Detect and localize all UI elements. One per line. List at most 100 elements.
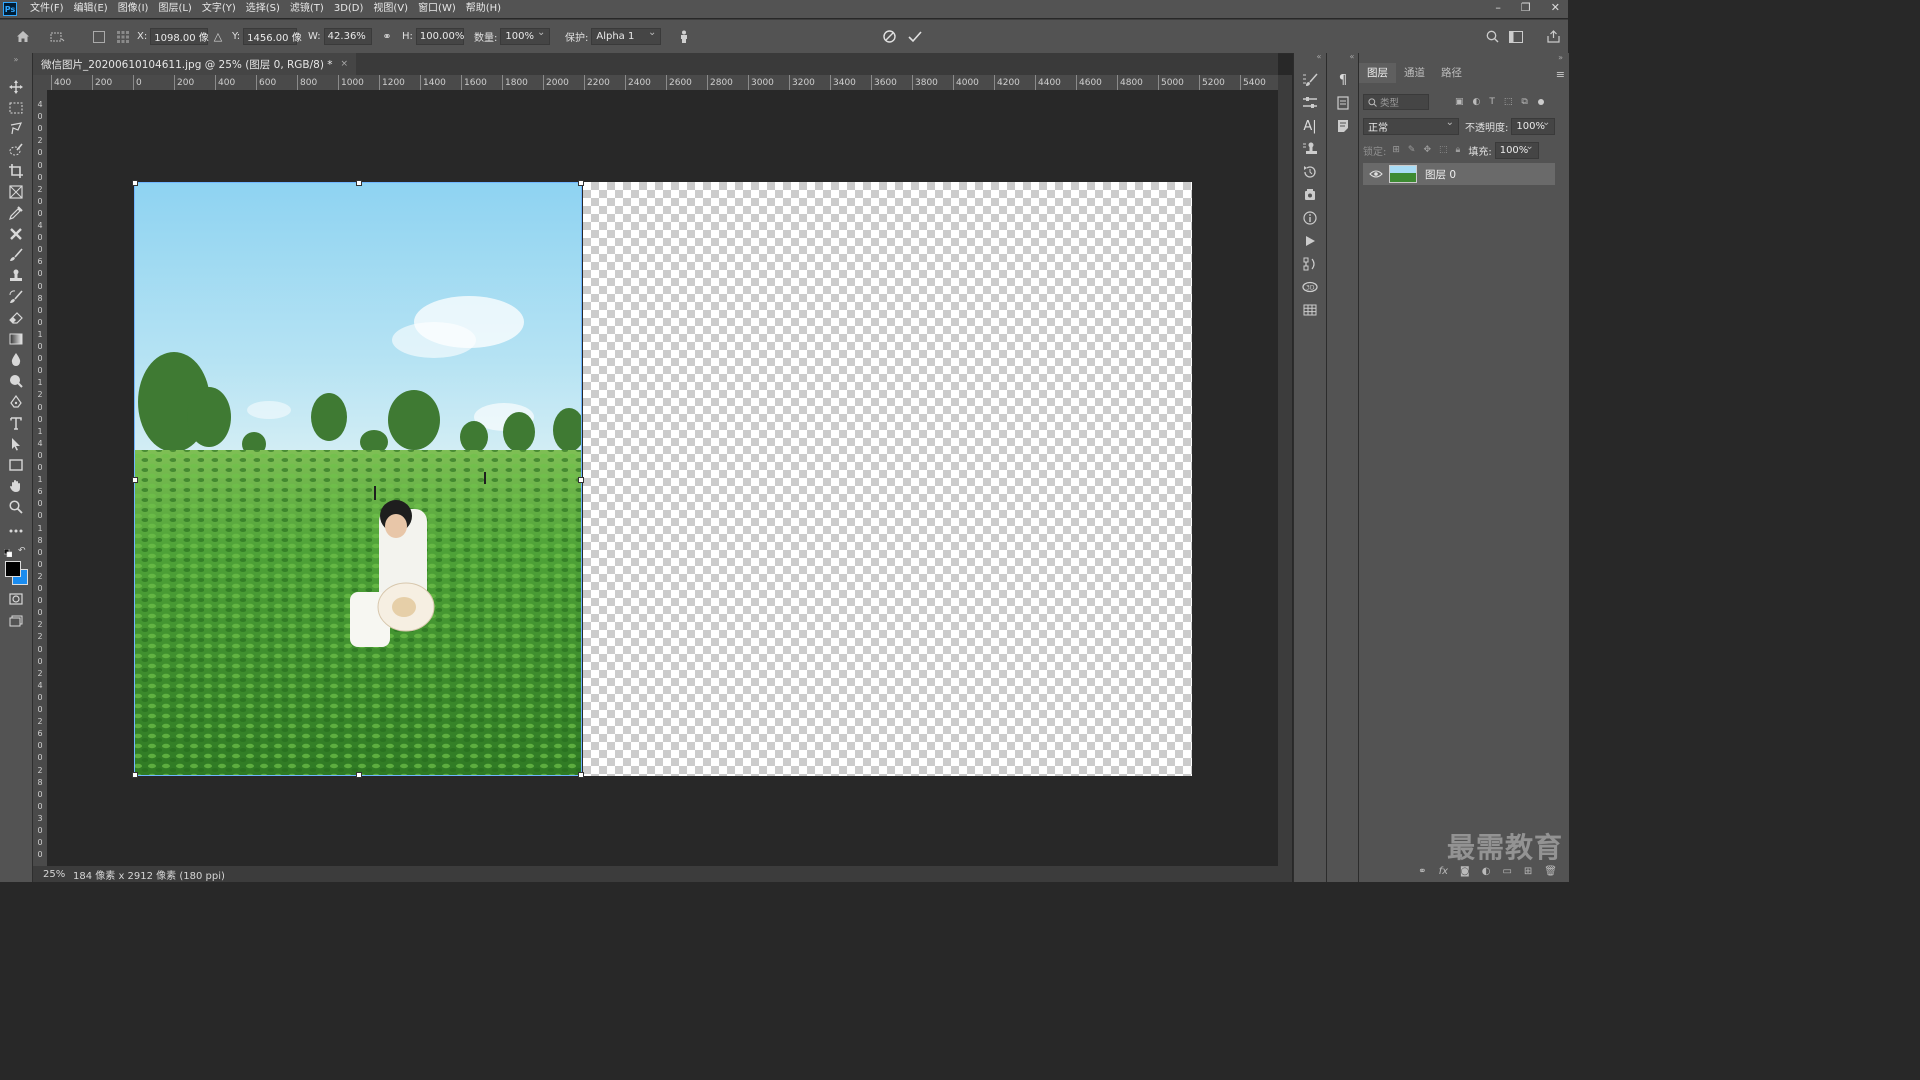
paragraph-icon[interactable]: ¶ bbox=[1334, 71, 1352, 89]
move-tool-icon[interactable] bbox=[5, 77, 27, 97]
healing-brush-tool-icon[interactable] bbox=[5, 224, 27, 244]
lock-all-icon[interactable]: 🔒︎ bbox=[1456, 145, 1461, 155]
blend-mode-select[interactable]: 正常 bbox=[1363, 117, 1459, 135]
3d-panel-icon[interactable]: 3D bbox=[1301, 278, 1319, 296]
layer-filter-select[interactable]: 类型 bbox=[1363, 94, 1429, 110]
collapse-panel-icon[interactable]: » bbox=[1558, 53, 1563, 62]
menu-3d[interactable]: 3D(D) bbox=[329, 0, 369, 18]
delete-layer-trash-icon[interactable]: 🗑︎ bbox=[1544, 866, 1557, 877]
tab-channels[interactable]: 通道 bbox=[1396, 63, 1433, 83]
brush-tool-icon[interactable] bbox=[5, 245, 27, 265]
gradient-tool-icon[interactable] bbox=[5, 329, 27, 349]
quick-selection-tool-icon[interactable] bbox=[5, 140, 27, 160]
height-field[interactable]: 100.00% bbox=[415, 28, 464, 45]
layer-name[interactable]: 图层 0 bbox=[1425, 167, 1456, 182]
lock-transparent-icon[interactable]: ⊞ bbox=[1392, 145, 1400, 155]
opacity-field[interactable]: 100% bbox=[1511, 117, 1556, 135]
character-panel-icon[interactable]: A| bbox=[1301, 117, 1319, 135]
timeline-grid-icon[interactable] bbox=[1301, 301, 1319, 319]
history-brush-tool-icon[interactable] bbox=[5, 287, 27, 307]
more-tools-icon[interactable] bbox=[5, 521, 27, 541]
transform-handle-left[interactable] bbox=[132, 477, 138, 483]
relative-position-icon[interactable]: △ bbox=[211, 20, 225, 53]
amount-select[interactable]: 100% bbox=[500, 27, 551, 45]
tab-layers[interactable]: 图层 bbox=[1359, 63, 1396, 83]
tool-presets-icon[interactable] bbox=[1301, 186, 1319, 204]
blur-tool-icon[interactable] bbox=[5, 350, 27, 370]
brush-settings-icon[interactable] bbox=[1301, 71, 1319, 89]
close-window-button[interactable]: ✕ bbox=[1551, 0, 1560, 16]
filter-pixel-icon[interactable]: ▣ bbox=[1455, 97, 1464, 107]
commit-transform-icon[interactable] bbox=[906, 20, 924, 53]
quick-mask-icon[interactable] bbox=[5, 589, 27, 609]
canvas-vertical-scrollbar[interactable] bbox=[1278, 75, 1292, 882]
lock-artboard-icon[interactable]: ⬚ bbox=[1439, 145, 1448, 155]
pen-tool-icon[interactable] bbox=[5, 392, 27, 412]
eyedropper-tool-icon[interactable] bbox=[5, 203, 27, 223]
zoom-tool-icon[interactable] bbox=[5, 497, 27, 517]
link-proportions-icon[interactable]: ⚭ bbox=[380, 20, 394, 53]
menu-window[interactable]: 窗口(W) bbox=[413, 0, 461, 18]
transform-bounding-box[interactable] bbox=[132, 180, 584, 778]
width-field[interactable]: 42.36% bbox=[323, 28, 372, 45]
adjustments-sliders-icon[interactable] bbox=[1301, 94, 1319, 112]
protect-select[interactable]: Alpha 1 bbox=[591, 27, 662, 45]
marquee-tool-icon[interactable] bbox=[5, 98, 27, 118]
menu-select[interactable]: 选择(S) bbox=[241, 0, 285, 18]
foreground-color-swatch[interactable] bbox=[5, 561, 21, 577]
type-tool-icon[interactable] bbox=[5, 413, 27, 433]
swap-colors-icon[interactable]: ↶ bbox=[18, 547, 26, 556]
menu-image[interactable]: 图像(I) bbox=[113, 0, 154, 18]
protect-skin-tones-icon[interactable] bbox=[675, 20, 693, 53]
lasso-tool-icon[interactable] bbox=[5, 119, 27, 139]
transform-handle-bottom[interactable] bbox=[356, 772, 362, 778]
filter-smart-object-icon[interactable]: ⧉ bbox=[1521, 97, 1527, 107]
filter-toggle-icon[interactable] bbox=[1537, 99, 1544, 105]
share-icon[interactable] bbox=[1545, 20, 1561, 53]
menu-file[interactable]: 文件(F) bbox=[25, 0, 69, 18]
y-position-field[interactable]: 1456.00 像 bbox=[243, 28, 302, 45]
new-layer-icon[interactable]: ⊞ bbox=[1524, 866, 1532, 877]
link-layers-icon[interactable]: ⚭ bbox=[1418, 866, 1426, 877]
frame-tool-icon[interactable] bbox=[5, 182, 27, 202]
transform-handle-right[interactable] bbox=[578, 477, 584, 483]
new-group-folder-icon[interactable]: ▭ bbox=[1502, 866, 1511, 877]
restore-button[interactable]: ❐ bbox=[1521, 0, 1531, 16]
document-info[interactable]: 184 像素 x 2912 像素 (180 ppi) bbox=[73, 867, 225, 882]
crop-tool-icon[interactable] bbox=[5, 161, 27, 181]
filter-shape-icon[interactable]: ⬚ bbox=[1504, 97, 1513, 107]
reference-point-checkbox[interactable] bbox=[93, 20, 105, 53]
tab-paths[interactable]: 路径 bbox=[1433, 63, 1470, 83]
hand-tool-icon[interactable] bbox=[5, 476, 27, 496]
canvas-area[interactable] bbox=[47, 90, 1278, 866]
screen-mode-icon[interactable] bbox=[5, 611, 27, 631]
transform-handle-top-left[interactable] bbox=[132, 180, 138, 186]
x-position-field[interactable]: 1098.00 像 bbox=[150, 28, 209, 45]
workspace-icon[interactable] bbox=[1508, 20, 1524, 53]
new-adjustment-layer-icon[interactable]: ◐ bbox=[1482, 866, 1491, 877]
minimize-button[interactable]: – bbox=[1495, 0, 1501, 16]
history-icon[interactable] bbox=[1301, 163, 1319, 181]
add-mask-icon[interactable]: ◙ bbox=[1460, 866, 1470, 877]
lock-image-icon[interactable]: ✎ bbox=[1408, 145, 1416, 155]
transform-handle-bottom-right[interactable] bbox=[578, 772, 584, 778]
notes-icon[interactable] bbox=[1334, 117, 1352, 135]
rectangle-tool-icon[interactable] bbox=[5, 455, 27, 475]
clone-stamp-tool-icon[interactable] bbox=[5, 266, 27, 286]
fill-field[interactable]: 100% bbox=[1494, 141, 1539, 159]
menu-filter[interactable]: 滤镜(T) bbox=[285, 0, 329, 18]
visibility-eye-icon[interactable] bbox=[1369, 169, 1383, 179]
path-selection-tool-icon[interactable] bbox=[5, 434, 27, 454]
menu-help[interactable]: 帮助(H) bbox=[461, 0, 506, 18]
filter-adjustment-icon[interactable]: ◐ bbox=[1473, 97, 1481, 107]
cancel-transform-icon[interactable] bbox=[880, 20, 898, 53]
reference-point-grid-icon[interactable] bbox=[115, 20, 131, 53]
default-colors-icon[interactable] bbox=[3, 547, 13, 558]
menu-edit[interactable]: 编辑(E) bbox=[69, 0, 113, 18]
menu-layer[interactable]: 图层(L) bbox=[153, 0, 196, 18]
eraser-tool-icon[interactable] bbox=[5, 308, 27, 328]
panel-menu-icon[interactable]: ≡ bbox=[1556, 68, 1565, 81]
lock-position-icon[interactable]: ✥ bbox=[1423, 145, 1431, 155]
search-icon[interactable] bbox=[1484, 20, 1500, 53]
dodge-tool-icon[interactable] bbox=[5, 371, 27, 391]
